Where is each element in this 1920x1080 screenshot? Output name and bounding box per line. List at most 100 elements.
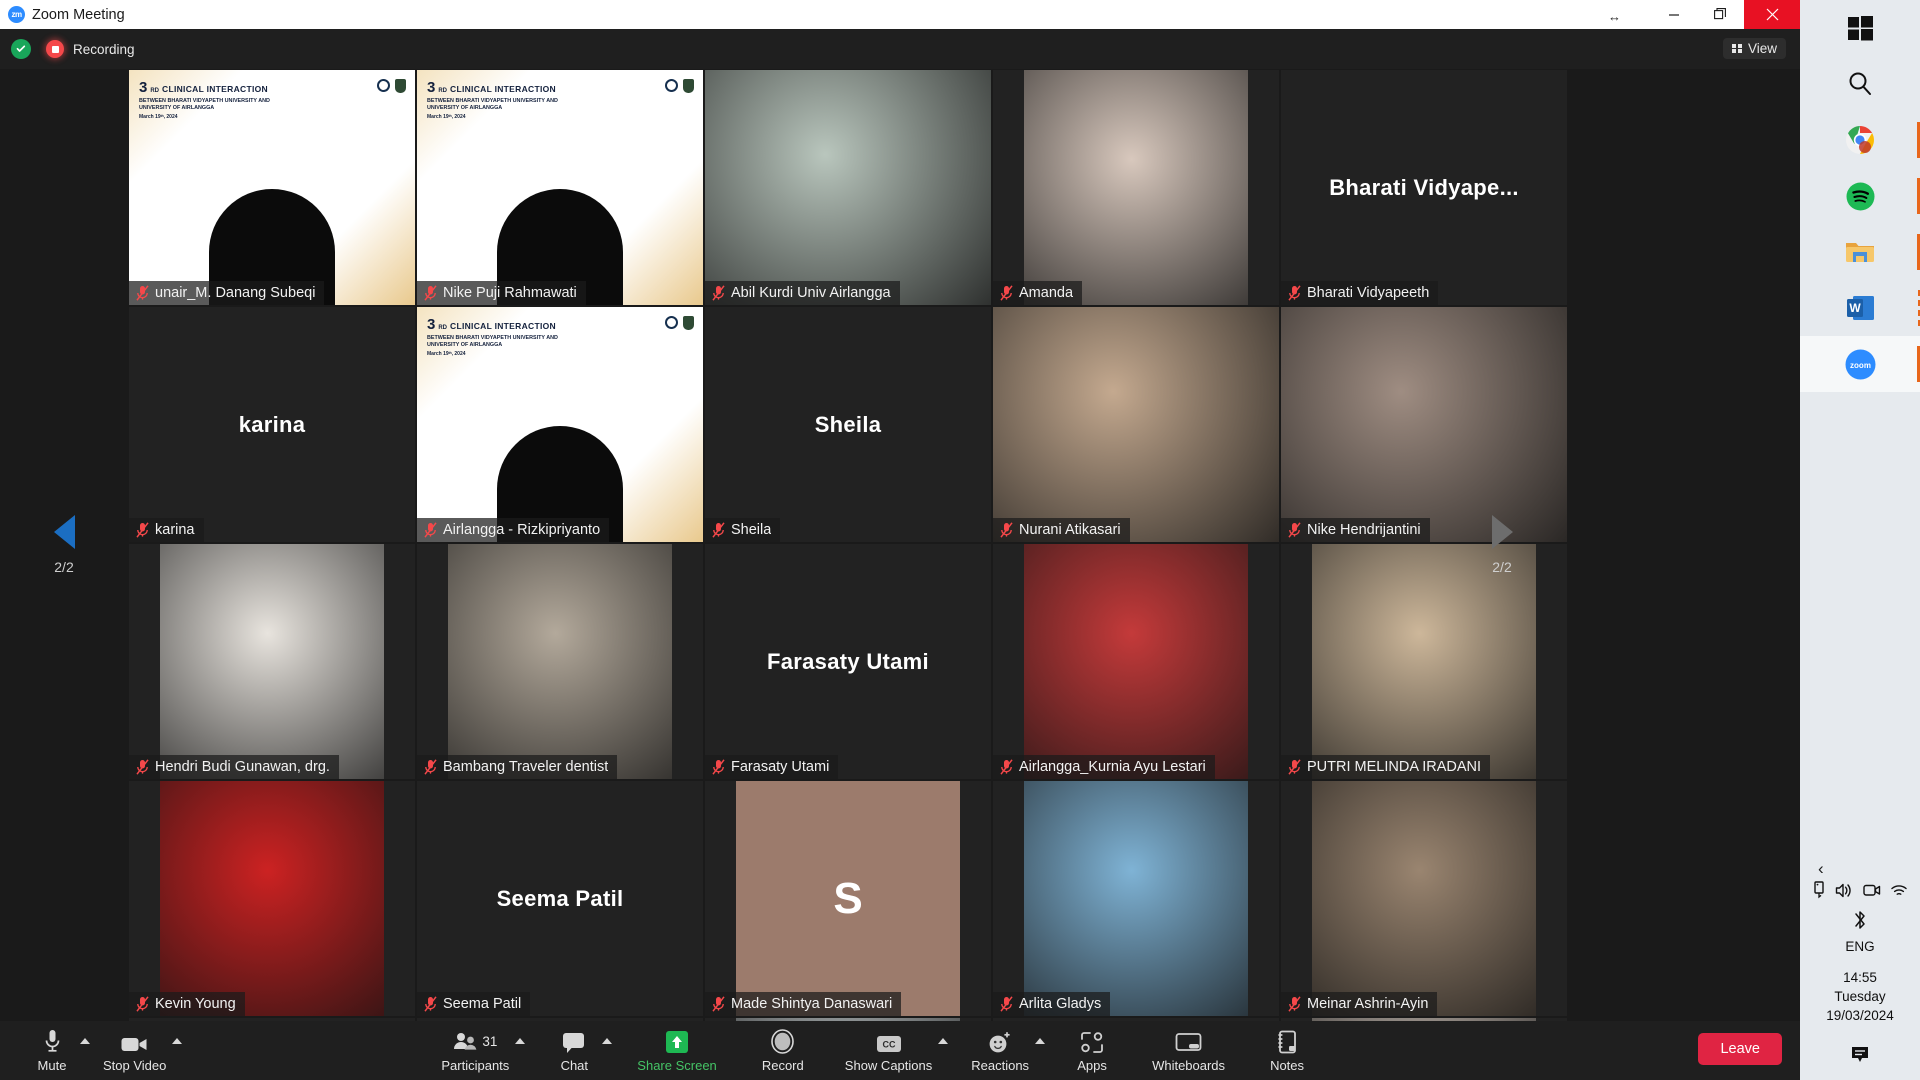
share-screen-up-arrow-icon bbox=[665, 1028, 689, 1054]
audio-options-button[interactable] bbox=[78, 1021, 99, 1080]
avatar: S bbox=[736, 781, 960, 1016]
mute-button[interactable]: Mute bbox=[26, 1021, 78, 1080]
participant-video bbox=[993, 307, 1279, 542]
clock[interactable]: 14:55 Tuesday 19/03/2024 bbox=[1826, 968, 1894, 1025]
microphone-muted-icon bbox=[424, 996, 437, 1012]
reactions-button[interactable]: Reactions bbox=[967, 1021, 1033, 1080]
shield-check-icon[interactable] bbox=[11, 39, 31, 59]
chrome-icon bbox=[1846, 126, 1874, 154]
participant-tile[interactable]: Arlita Gladys bbox=[992, 780, 1280, 1017]
search-button[interactable] bbox=[1800, 56, 1920, 112]
chat-options-button[interactable] bbox=[600, 1021, 621, 1080]
svg-text:zoom: zoom bbox=[1850, 361, 1871, 370]
microphone-muted-icon bbox=[1288, 759, 1301, 775]
participant-avatar-area bbox=[129, 544, 415, 779]
participant-name: Made Shintya Danaswari bbox=[731, 996, 893, 1012]
participant-avatar-area bbox=[417, 544, 703, 779]
volume-icon[interactable] bbox=[1835, 882, 1854, 899]
avatar bbox=[1024, 781, 1248, 1016]
restore-button[interactable] bbox=[1697, 0, 1744, 29]
record-indicator-icon[interactable] bbox=[46, 40, 64, 58]
participant-tile[interactable]: Airlangga_Kurnia Ayu Lestari bbox=[992, 543, 1280, 780]
notes-button[interactable]: Notes bbox=[1261, 1021, 1313, 1080]
participant-tile[interactable]: karina karina bbox=[128, 306, 416, 543]
apps-icon bbox=[1080, 1028, 1104, 1054]
taskbar-word[interactable]: W bbox=[1800, 280, 1920, 336]
participant-name-bar: karina bbox=[129, 518, 204, 542]
chat-button[interactable]: Chat bbox=[548, 1021, 600, 1080]
stop-video-label: Stop Video bbox=[103, 1058, 167, 1073]
participant-avatar-area bbox=[993, 781, 1279, 1016]
participant-tile[interactable]: Nurani Atikasari bbox=[992, 306, 1280, 543]
microphone-muted-icon bbox=[424, 522, 437, 538]
notification-icon[interactable] bbox=[1848, 1043, 1872, 1072]
stop-video-button[interactable]: Stop Video bbox=[99, 1021, 170, 1080]
participant-tile[interactable]: Kevin Young bbox=[128, 780, 416, 1017]
reactions-options-button[interactable] bbox=[1033, 1021, 1054, 1080]
whiteboards-button[interactable]: Whiteboards bbox=[1148, 1021, 1229, 1080]
taskbar-zoom[interactable]: zoom bbox=[1800, 336, 1920, 392]
share-screen-button[interactable]: Share Screen bbox=[633, 1021, 721, 1080]
search-icon bbox=[1849, 72, 1871, 95]
avatar bbox=[160, 544, 384, 779]
participant-display-name: Bharati Vidyape... bbox=[1329, 174, 1519, 200]
close-button[interactable] bbox=[1744, 0, 1800, 29]
system-tray: ‹ ENG 14:55 Tuesday 19/03/2024 bbox=[1800, 859, 1920, 1080]
apps-button[interactable]: Apps bbox=[1066, 1021, 1118, 1080]
participant-name-bar: Amanda bbox=[993, 281, 1083, 305]
microphone-muted-icon bbox=[712, 996, 725, 1012]
participant-tile[interactable]: Hendri Budi Gunawan, drg. bbox=[128, 543, 416, 780]
view-button-label: View bbox=[1747, 41, 1777, 56]
video-options-button[interactable] bbox=[170, 1021, 191, 1080]
participant-name-bar: Airlangga_Kurnia Ayu Lestari bbox=[993, 755, 1215, 779]
participant-tile[interactable]: Farasaty Utami Farasaty Utami bbox=[704, 543, 992, 780]
captions-options-button[interactable] bbox=[936, 1021, 957, 1080]
microphone-muted-icon bbox=[424, 285, 437, 301]
participant-tile[interactable]: Abil Kurdi Univ Airlangga bbox=[704, 69, 992, 306]
participant-name: Farasaty Utami bbox=[731, 759, 830, 775]
tray-icons bbox=[1812, 881, 1908, 899]
record-button[interactable]: Record bbox=[757, 1021, 809, 1080]
usb-icon[interactable] bbox=[1812, 881, 1826, 899]
page-indicator-left: 2/2 bbox=[54, 559, 74, 575]
minimize-button[interactable] bbox=[1650, 0, 1697, 29]
taskbar-file-explorer[interactable] bbox=[1800, 224, 1920, 280]
next-page-control[interactable]: 2/2 bbox=[1438, 69, 1566, 1021]
participant-tile[interactable]: 3 RD CLINICAL INTERACTION BETWEEN BHARAT… bbox=[416, 306, 704, 543]
taskbar-spotify[interactable] bbox=[1800, 168, 1920, 224]
tray-expand-button[interactable]: ‹ bbox=[1818, 859, 1824, 879]
clock-date: 19/03/2024 bbox=[1826, 1008, 1894, 1023]
bluetooth-icon[interactable] bbox=[1850, 909, 1870, 931]
taskbar-chrome[interactable] bbox=[1800, 112, 1920, 168]
chevron-up-icon bbox=[172, 1038, 183, 1044]
participant-tile[interactable]: 3 RD CLINICAL INTERACTION BETWEEN BHARAT… bbox=[128, 69, 416, 306]
previous-page-control[interactable]: 2/2 bbox=[0, 69, 128, 1021]
leave-button[interactable]: Leave bbox=[1698, 1033, 1782, 1065]
video-stream bbox=[705, 70, 991, 305]
virtual-background: 3 RD CLINICAL INTERACTION BETWEEN BHARAT… bbox=[417, 307, 703, 542]
avatar bbox=[448, 544, 672, 779]
participant-placeholder: Sheila bbox=[705, 307, 991, 542]
language-indicator[interactable]: ENG bbox=[1845, 939, 1874, 954]
start-button[interactable] bbox=[1800, 0, 1920, 56]
show-captions-button[interactable]: CC Show Captions bbox=[841, 1021, 936, 1080]
participant-tile[interactable]: 3 RD CLINICAL INTERACTION BETWEEN BHARAT… bbox=[416, 69, 704, 306]
participant-name: Airlangga - Rizkipriyanto bbox=[443, 522, 601, 538]
participant-tile[interactable]: Sheila Sheila bbox=[704, 306, 992, 543]
view-button[interactable]: View bbox=[1723, 38, 1786, 59]
record-label: Record bbox=[761, 1058, 804, 1073]
participant-tile[interactable]: Amanda bbox=[992, 69, 1280, 306]
participants-count: 31 bbox=[482, 1033, 498, 1049]
participant-tile[interactable]: Bambang Traveler dentist bbox=[416, 543, 704, 780]
participants-options-button[interactable] bbox=[513, 1021, 534, 1080]
meeting-header-bar: Recording View bbox=[0, 29, 1800, 69]
participant-video bbox=[705, 70, 991, 305]
whiteboard-icon bbox=[1175, 1028, 1202, 1054]
camera-tray-icon[interactable] bbox=[1863, 882, 1881, 898]
participant-tile[interactable]: Seema Patil Seema Patil bbox=[416, 780, 704, 1017]
participant-tile[interactable]: S Made Shintya Danaswari bbox=[704, 780, 992, 1017]
zoom-logo-icon: zm bbox=[8, 6, 25, 23]
smiley-plus-icon bbox=[987, 1028, 1013, 1054]
participants-button[interactable]: 31 Participants bbox=[437, 1021, 513, 1080]
wifi-icon[interactable] bbox=[1890, 883, 1908, 898]
